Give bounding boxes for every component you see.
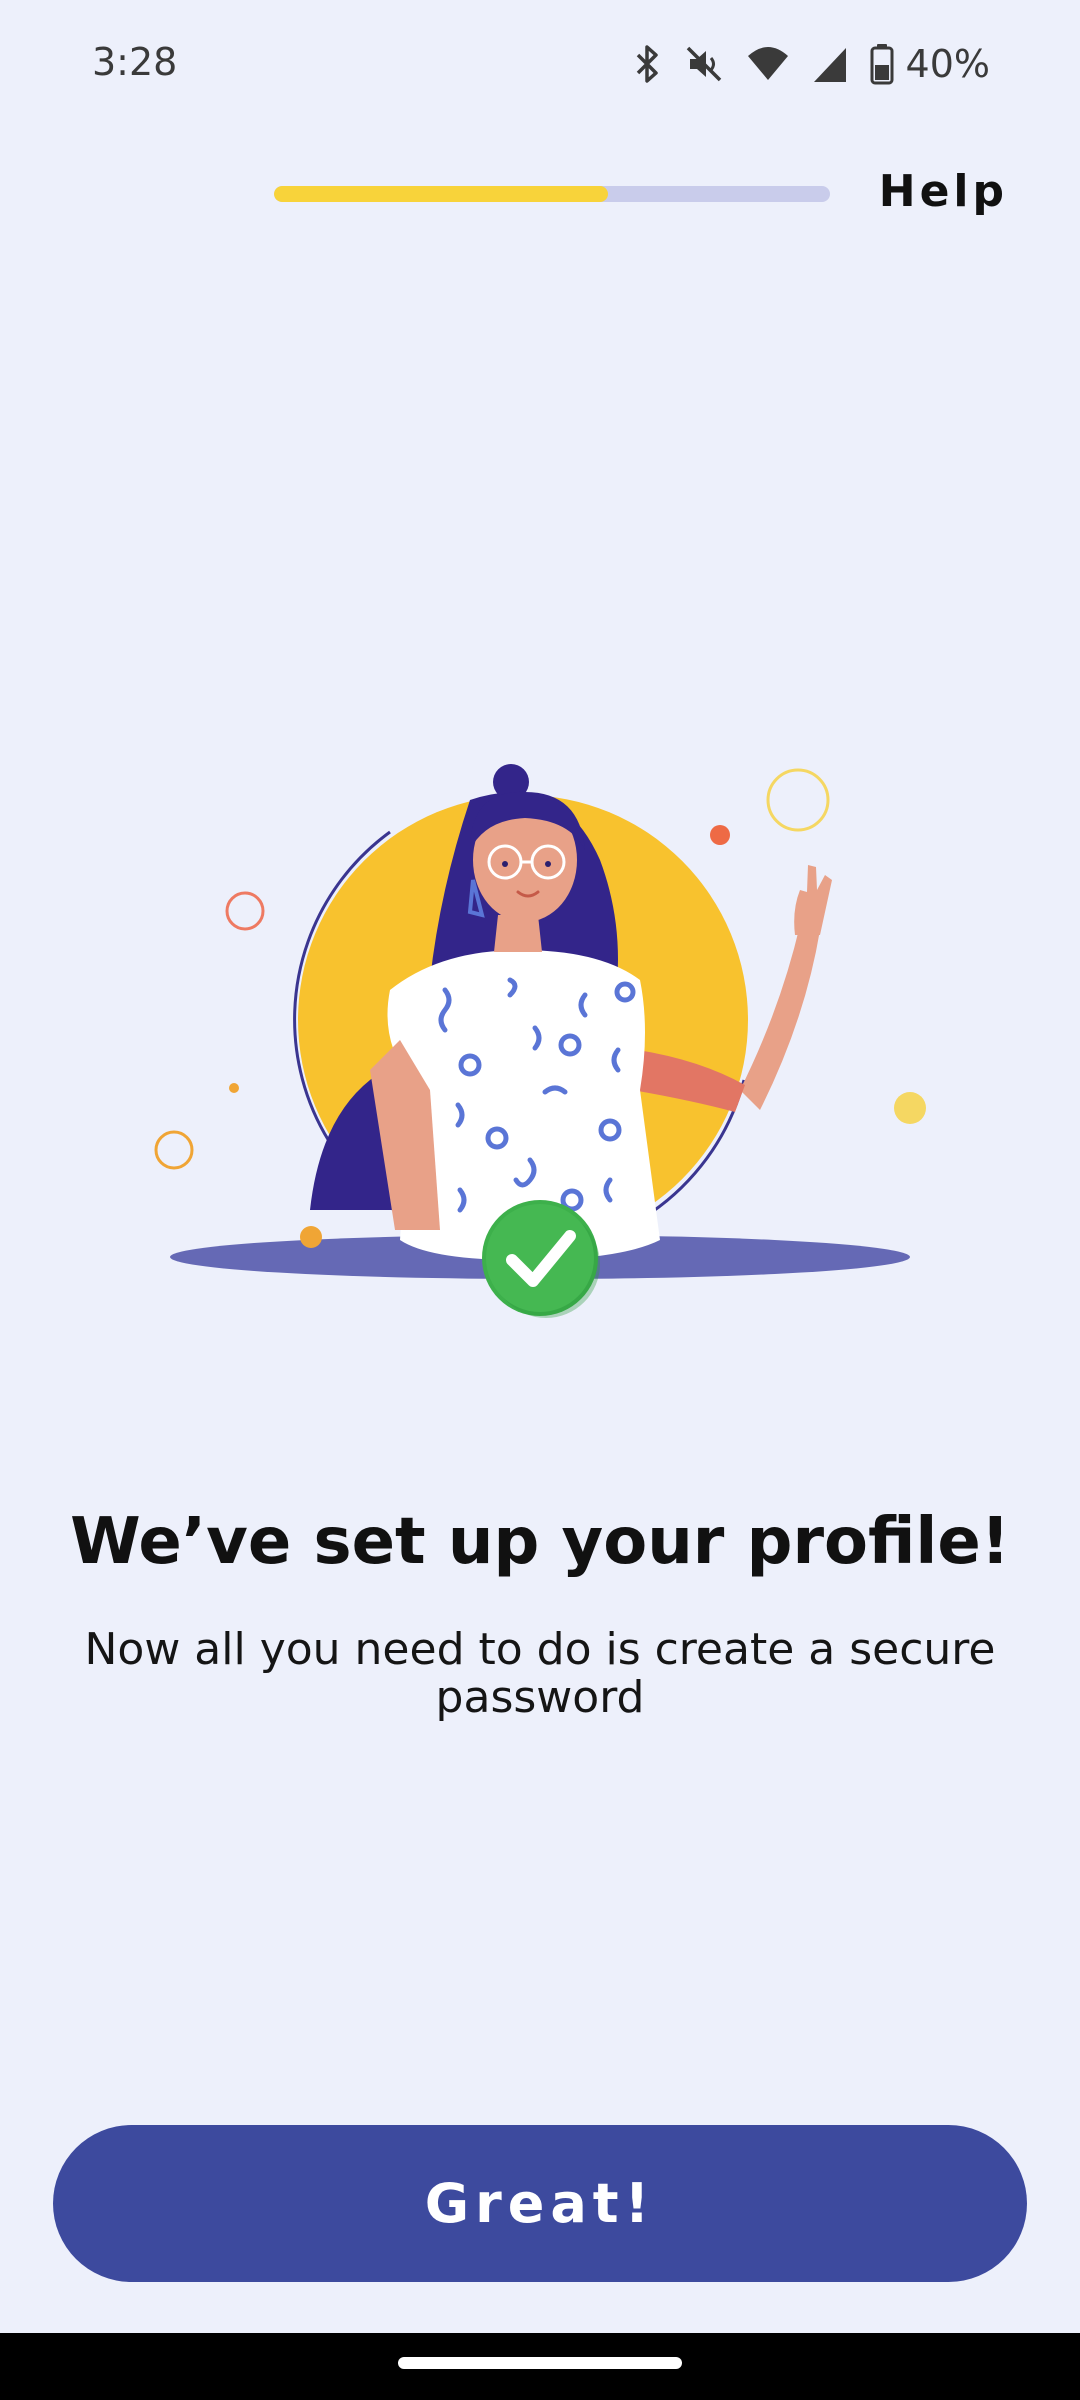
battery-percentage: 40% (905, 42, 990, 86)
battery-icon (870, 43, 894, 85)
bluetooth-icon (632, 44, 662, 84)
signal-icon (812, 44, 848, 84)
onboarding-progress-fill (274, 186, 608, 202)
status-bar: 3:28 40% (0, 0, 1080, 130)
mute-icon (684, 44, 724, 84)
page-title: We’ve set up your profile! (70, 1505, 1010, 1579)
page-subtitle: Now all you need to do is create a secur… (84, 1624, 996, 1723)
status-time: 3:28 (92, 40, 178, 84)
home-indicator[interactable] (398, 2357, 682, 2369)
great-button[interactable]: Great! (53, 2125, 1027, 2282)
onboarding-progress-bar (274, 186, 830, 202)
profile-complete-illustration (140, 740, 940, 1340)
help-link[interactable]: Help (879, 166, 1008, 217)
wifi-icon (746, 44, 790, 84)
status-icons: 40% (632, 42, 990, 86)
